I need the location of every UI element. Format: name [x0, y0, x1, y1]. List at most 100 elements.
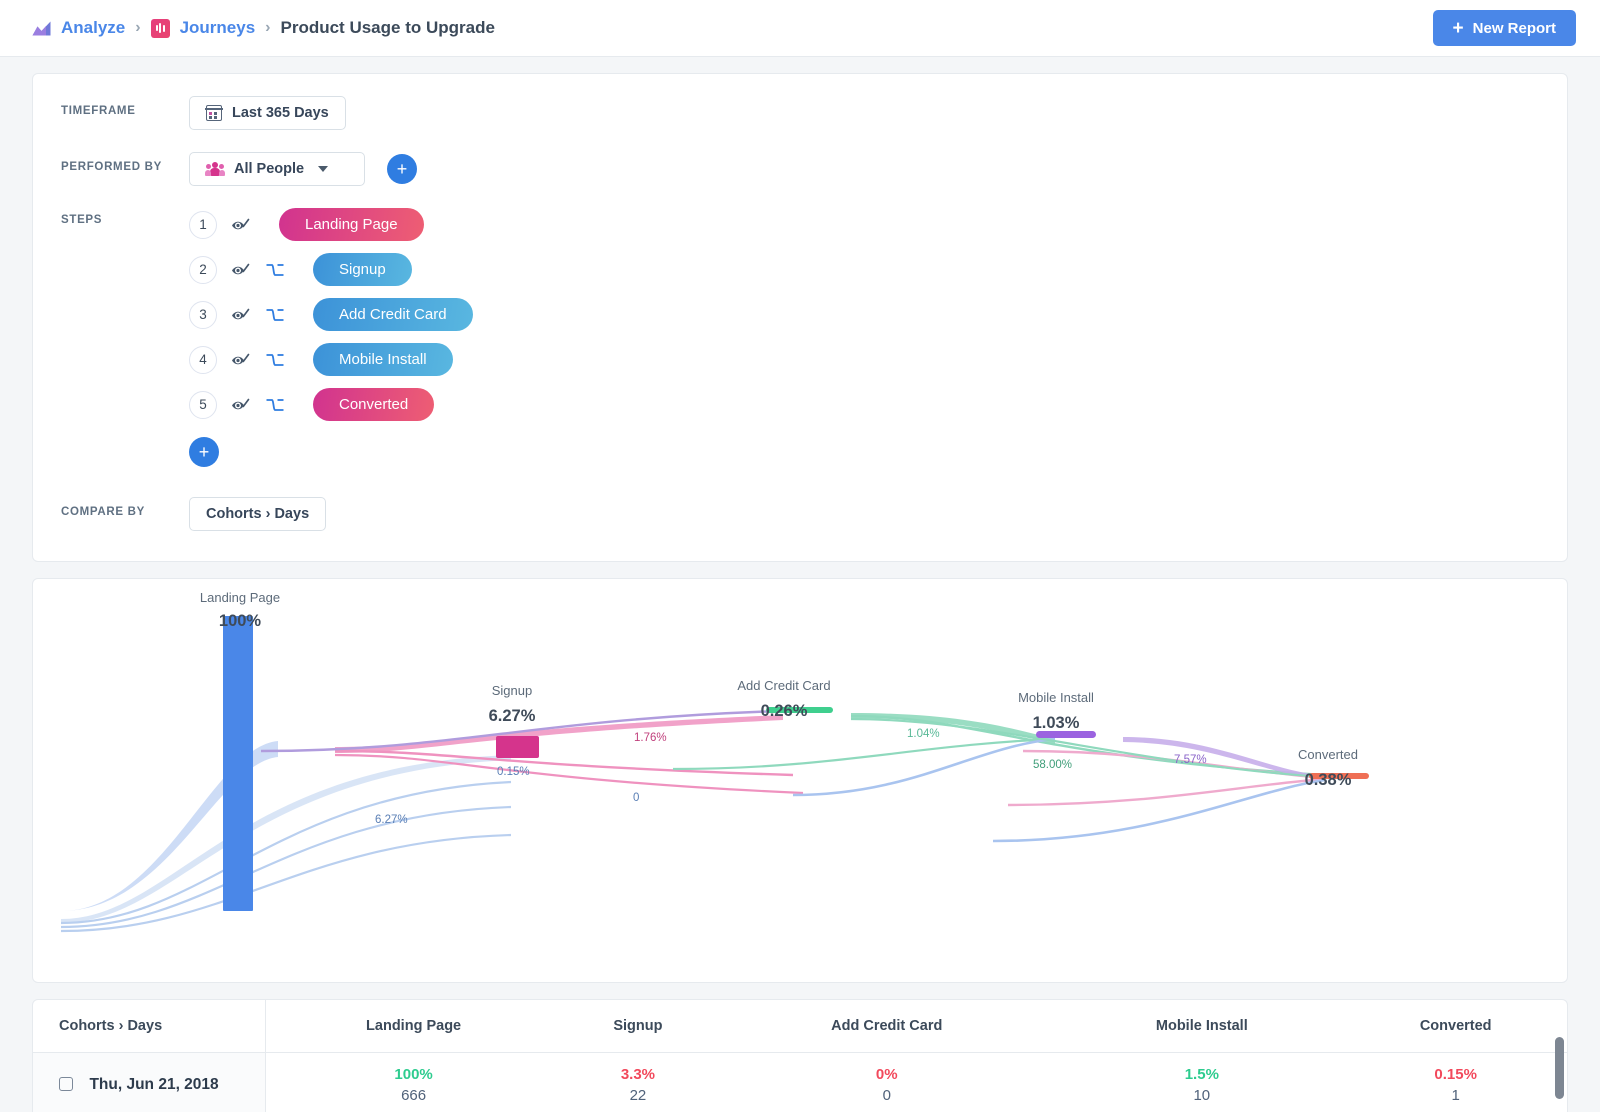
top-bar: Analyze › Journeys › Product Usage to Up… [0, 0, 1600, 57]
sankey-node-label-converted: Converted 0.38% [1298, 747, 1358, 789]
step-row: 1 Landing Page [189, 208, 473, 241]
cohort-table: Cohorts › Days Landing Page Signup Add C… [33, 1000, 1567, 1112]
compare-by-value: Cohorts › Days [206, 506, 310, 522]
compare-by-row: COMPARE BY Cohorts › Days [33, 497, 1567, 531]
svg-text:Signup: Signup [492, 683, 532, 698]
sankey-node-label-mobile-install: Mobile Install 1.03% [1018, 690, 1094, 732]
branch-icon[interactable] [265, 308, 285, 322]
timeframe-row: TIMEFRAME Last 365 Days [33, 96, 1567, 130]
svg-text:100%: 100% [219, 612, 262, 630]
step-number: 3 [189, 300, 217, 329]
flow-label-6-27: 6.27% [375, 814, 408, 826]
cell-count: 1 [1451, 1086, 1460, 1104]
step-event-converted[interactable]: Converted [313, 388, 435, 421]
flow-line [60, 805, 512, 929]
cell-cohort: Thu, Jun 21, 2018 [33, 1052, 266, 1112]
add-step-button[interactable]: + [189, 437, 219, 467]
table-header-row: Cohorts › Days Landing Page Signup Add C… [33, 1000, 1567, 1053]
flow-line [672, 737, 1056, 771]
flow-label-58-00: 58.00% [1033, 759, 1072, 771]
cell-landing-page: 100% 666 [265, 1052, 562, 1112]
table-row[interactable]: Thu, Jun 21, 2018 100% 666 3.3% 22 0% 0 [33, 1052, 1567, 1112]
plus-icon: + [198, 442, 210, 462]
step-row: 2 Signup [189, 253, 473, 286]
svg-text:0.38%: 0.38% [1305, 771, 1352, 789]
journeys-icon [150, 18, 170, 38]
cell-percent: 3.3% [620, 1065, 656, 1083]
column-header-cohorts[interactable]: Cohorts › Days [33, 1000, 266, 1053]
table-header: Cohorts › Days Landing Page Signup Add C… [33, 1000, 1567, 1053]
svg-text:1.03%: 1.03% [1033, 714, 1080, 732]
step-event-landing-page[interactable]: Landing Page [279, 208, 424, 241]
cell-percent: 1.5% [1184, 1065, 1219, 1083]
eye-check-icon[interactable] [231, 308, 251, 322]
step-number: 5 [189, 390, 217, 419]
sankey-diagram[interactable]: Landing Page 100% Signup 6.27% Add Credi… [33, 579, 1567, 982]
step-event-add-credit-card[interactable]: Add Credit Card [313, 298, 473, 331]
breadcrumb-item-journeys[interactable]: Journeys [180, 18, 256, 38]
svg-text:Converted: Converted [1298, 747, 1358, 762]
column-header-signup[interactable]: Signup [561, 1000, 715, 1053]
branch-icon[interactable] [265, 263, 285, 277]
svg-text:Landing Page: Landing Page [200, 590, 280, 605]
breadcrumb-separator-2: › [265, 19, 271, 36]
performed-by-selector[interactable]: All People [189, 152, 365, 186]
column-header-add-credit-card[interactable]: Add Credit Card [714, 1000, 1060, 1053]
svg-text:Add Credit Card: Add Credit Card [737, 678, 830, 693]
column-header-converted[interactable]: Converted [1344, 1000, 1567, 1053]
flow-signup-to-acc [335, 715, 783, 753]
steps-label: STEPS [61, 214, 103, 226]
sankey-node-landing-page [223, 616, 253, 911]
cell-count: 10 [1193, 1086, 1211, 1104]
eye-check-icon[interactable] [231, 353, 251, 367]
table-vertical-scrollbar[interactable] [1555, 1037, 1564, 1099]
sankey-node-label-add-credit-card: Add Credit Card 0.26% [737, 678, 830, 720]
eye-check-icon[interactable] [231, 398, 251, 412]
timeframe-value: Last 365 Days [232, 105, 329, 121]
cell-signup: 3.3% 22 [562, 1052, 715, 1112]
row-checkbox[interactable] [59, 1077, 73, 1092]
plus-icon: + [396, 159, 408, 179]
cohort-date-label: Thu, Jun 21, 2018 [89, 1076, 219, 1094]
flow-line [992, 778, 1326, 843]
flow-label-7-57: 7.57% [1174, 754, 1207, 766]
branch-icon[interactable] [265, 398, 285, 412]
step-event-mobile-install[interactable]: Mobile Install [313, 343, 453, 376]
query-builder-card: TIMEFRAME Last 365 Days PERFORMED BY All… [32, 73, 1568, 562]
step-number: 1 [189, 210, 217, 239]
steps-row: STEPS 1 Landing Page 2 Signup 3 Add Cred… [33, 208, 1567, 467]
sankey-node-label-landing-page: Landing Page 100% [200, 590, 280, 630]
step-row: 4 Mobile Install [189, 343, 473, 376]
people-icon [205, 162, 225, 176]
new-report-label: New Report [1472, 19, 1556, 37]
breadcrumb-item-analyze[interactable]: Analyze [61, 18, 125, 38]
step-event-signup[interactable]: Signup [313, 253, 412, 286]
timeframe-selector[interactable]: Last 365 Days [189, 96, 346, 130]
svg-text:6.27%: 6.27% [489, 707, 536, 725]
compare-by-selector[interactable]: Cohorts › Days [189, 497, 327, 531]
breadcrumb: Analyze › Journeys › Product Usage to Up… [32, 18, 495, 38]
steps-list: 1 Landing Page 2 Signup 3 Add Credit Car… [189, 208, 473, 467]
add-filter-button[interactable]: + [387, 154, 417, 184]
flow-label-1-04: 1.04% [907, 728, 940, 740]
flow-label-0-15: 0.15% [497, 766, 530, 778]
svg-text:Mobile Install: Mobile Install [1018, 690, 1094, 705]
step-number: 4 [189, 345, 217, 374]
table-body: Thu, Jun 21, 2018 100% 666 3.3% 22 0% 0 [33, 1052, 1567, 1112]
eye-check-icon[interactable] [231, 218, 251, 232]
performed-by-label: PERFORMED BY [61, 161, 162, 173]
svg-text:0.26%: 0.26% [761, 702, 808, 720]
cell-percent: 100% [394, 1065, 433, 1083]
calendar-icon [205, 105, 223, 121]
flow-label-1-76: 1.76% [634, 732, 667, 744]
branch-icon[interactable] [265, 353, 285, 367]
flow-line [60, 833, 512, 933]
app-root: Analyze › Journeys › Product Usage to Up… [0, 0, 1600, 1112]
eye-check-icon[interactable] [231, 263, 251, 277]
compare-by-label: COMPARE BY [61, 506, 145, 518]
new-report-button[interactable]: + New Report [1432, 10, 1576, 46]
column-header-mobile-install[interactable]: Mobile Install [1059, 1000, 1345, 1053]
cell-count: 0 [882, 1086, 891, 1104]
breadcrumb-separator-1: › [135, 19, 141, 36]
column-header-landing-page[interactable]: Landing Page [265, 1000, 562, 1053]
